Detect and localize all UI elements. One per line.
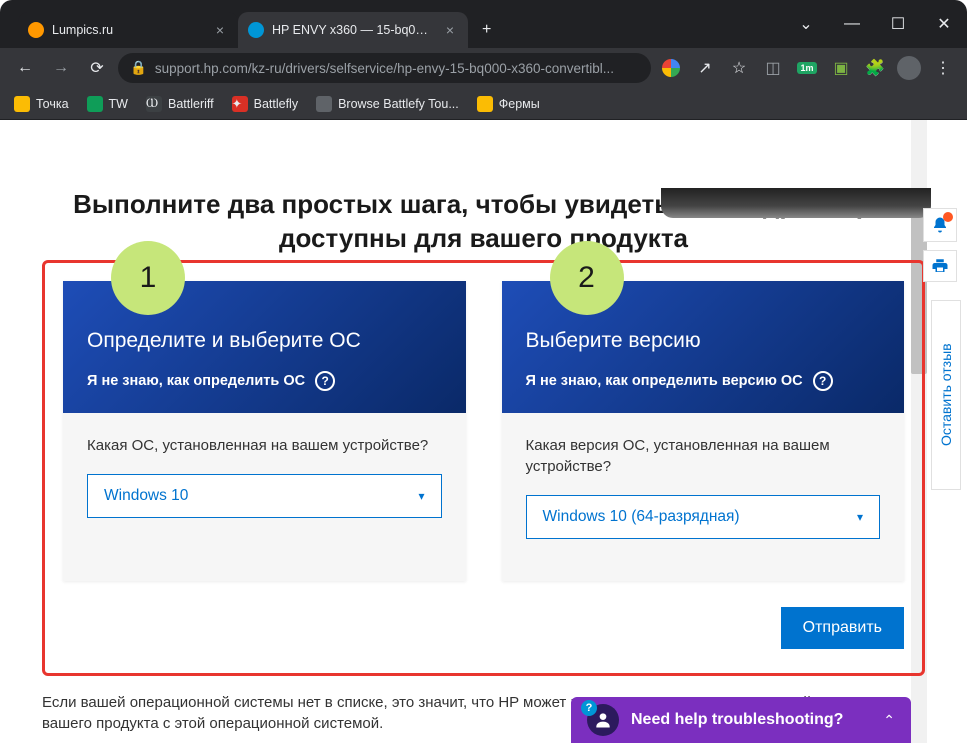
step-number-badge: 2 xyxy=(550,241,624,315)
step-number-badge: 1 xyxy=(111,241,185,315)
close-icon[interactable]: × xyxy=(442,22,458,38)
new-tab-button[interactable]: + xyxy=(468,12,505,48)
bookmark-tw[interactable]: TW xyxy=(87,96,128,112)
chevron-up-icon: ⌃ xyxy=(883,712,895,729)
bookmark-fermy[interactable]: Фермы xyxy=(477,96,540,112)
maximize-button[interactable]: ☐ xyxy=(875,6,921,42)
chevron-down-icon: ▾ xyxy=(418,489,424,503)
bookmark-battlefy[interactable]: Browse Battlefy Tou... xyxy=(316,96,459,112)
card-title: Определите и выберите ОС xyxy=(87,329,442,353)
card-title: Выберите версию xyxy=(526,329,881,353)
page-viewport: Выполните два простых шага, чтобы увидет… xyxy=(6,120,961,743)
toolbar-icons: ↗ ☆ ◫ 1m ▣ 🧩 ⋮ xyxy=(657,54,957,82)
select-value: Windows 10 (64-разрядная) xyxy=(543,508,740,526)
chat-text: Need help troubleshooting? xyxy=(631,711,871,729)
lock-icon: 🔒 xyxy=(130,60,147,76)
tab-title: HP ENVY x360 — 15-bq007ur За xyxy=(272,23,434,37)
help-link[interactable]: Я не знаю, как определить версию ОС ? xyxy=(526,371,881,391)
notifications-bell-icon[interactable] xyxy=(923,208,957,242)
favicon-hp xyxy=(248,22,264,38)
extension-icon[interactable]: ◫ xyxy=(759,54,787,82)
bookmark-tochka[interactable]: Точка xyxy=(14,96,69,112)
bookmarks-bar: Точка TW ⲰBattleriff ✦Battlefly Browse B… xyxy=(0,88,967,120)
menu-icon[interactable]: ⋮ xyxy=(929,54,957,82)
card-question: Какая ОС, установленная на вашем устройс… xyxy=(87,435,442,456)
forward-button[interactable]: → xyxy=(46,53,76,83)
help-icon: ? xyxy=(315,371,335,391)
google-icon[interactable] xyxy=(657,54,685,82)
help-icon: ? xyxy=(813,371,833,391)
browser-titlebar: Lumpics.ru × HP ENVY x360 — 15-bq007ur З… xyxy=(0,0,967,48)
page-content: Выполните два простых шага, чтобы увидет… xyxy=(6,188,961,743)
card-question: Какая версия ОС, установленная на вашем … xyxy=(526,435,881,477)
feedback-tab[interactable]: Оставить отзыв xyxy=(931,300,961,490)
reload-button[interactable]: ⟳ xyxy=(82,53,112,83)
close-icon[interactable]: × xyxy=(212,22,228,38)
submit-button[interactable]: Отправить xyxy=(781,607,904,649)
os-select[interactable]: Windows 10 ▾ xyxy=(87,474,442,518)
chat-avatar-icon xyxy=(587,704,619,736)
close-window-button[interactable]: ✕ xyxy=(921,6,967,42)
tab-title: Lumpics.ru xyxy=(52,23,204,37)
bookmark-battlefly[interactable]: ✦Battlefly xyxy=(232,96,298,112)
step-card-1: 1 Определите и выберите ОС Я не знаю, ка… xyxy=(63,281,466,581)
card-body: Какая ОС, установленная на вашем устройс… xyxy=(63,413,466,544)
card-body: Какая версия ОС, установленная на вашем … xyxy=(502,413,905,579)
os-version-select[interactable]: Windows 10 (64-разрядная) ▾ xyxy=(526,495,881,539)
chevron-down-icon: ▾ xyxy=(857,510,863,524)
bookmark-battleriff[interactable]: ⲰBattleriff xyxy=(146,96,214,112)
help-link[interactable]: Я не знаю, как определить ОС ? xyxy=(87,371,442,391)
star-icon[interactable]: ☆ xyxy=(725,54,753,82)
print-icon[interactable] xyxy=(923,250,957,282)
extensions-icon[interactable]: 🧩 xyxy=(861,54,889,82)
step-card-2: 2 Выберите версию Я не знаю, как определ… xyxy=(502,281,905,581)
extension-badge[interactable]: 1m xyxy=(793,54,821,82)
back-button[interactable]: ← xyxy=(10,53,40,83)
chat-widget[interactable]: Need help troubleshooting? ⌃ xyxy=(571,697,911,743)
steps-container: 1 Определите и выберите ОС Я не знаю, ка… xyxy=(42,260,925,676)
minimize-button[interactable]: — xyxy=(829,6,875,42)
favicon-lumpics xyxy=(28,22,44,38)
extension-icon[interactable]: ▣ xyxy=(827,54,855,82)
address-bar: ← → ⟳ 🔒 support.hp.com/kz-ru/drivers/sel… xyxy=(0,48,967,88)
url-input[interactable]: 🔒 support.hp.com/kz-ru/drivers/selfservi… xyxy=(118,53,651,83)
chevron-down-icon[interactable]: ⌄ xyxy=(783,6,829,42)
profile-avatar[interactable] xyxy=(895,54,923,82)
product-image xyxy=(661,188,931,218)
share-icon[interactable]: ↗ xyxy=(691,54,719,82)
url-text: support.hp.com/kz-ru/drivers/selfservice… xyxy=(155,61,614,76)
tab-lumpics[interactable]: Lumpics.ru × xyxy=(18,12,238,48)
select-value: Windows 10 xyxy=(104,487,188,505)
tab-hp-support[interactable]: HP ENVY x360 — 15-bq007ur За × xyxy=(238,12,468,48)
window-controls: ⌄ — ☐ ✕ xyxy=(783,0,967,48)
